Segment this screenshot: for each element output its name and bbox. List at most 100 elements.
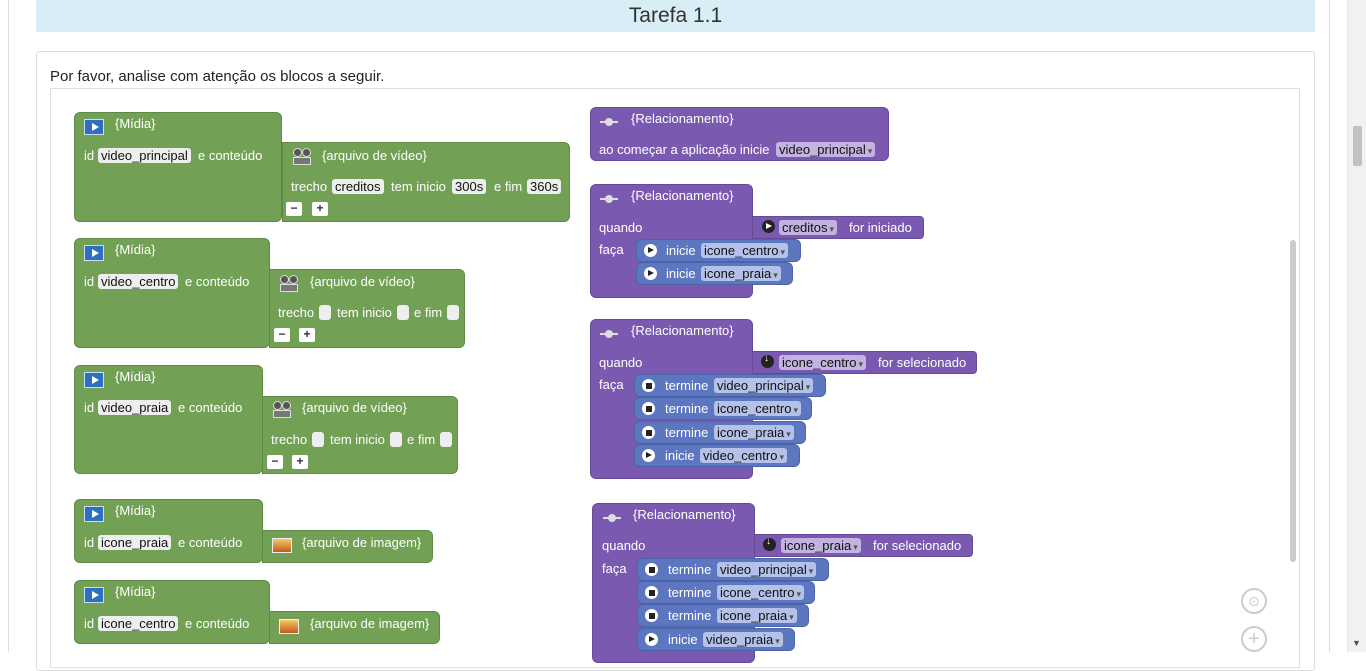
dropdown-arrow-icon: ▾	[780, 247, 785, 257]
plus-button[interactable]: +	[312, 202, 328, 216]
play-icon	[762, 220, 775, 233]
when-label: quando	[602, 538, 646, 553]
dropdown-value: icone_praia	[784, 538, 852, 553]
inicio-field[interactable]	[397, 305, 409, 320]
relation-header: {Relacionamento}	[631, 188, 734, 203]
action-verb: termine	[665, 378, 709, 393]
dropdown-value: icone_centro	[717, 401, 792, 416]
id-label: id	[84, 274, 95, 289]
media-block[interactable]	[74, 112, 282, 222]
dropdown-arrow-icon: ▾	[796, 589, 801, 599]
trecho-label: trecho	[291, 179, 328, 194]
action-target-dropdown[interactable]: video_centro ▾	[700, 448, 787, 463]
id-field[interactable]: video_praia	[98, 400, 172, 415]
plus-button[interactable]: +	[292, 455, 308, 469]
condition-media-dropdown[interactable]: icone_centro ▾	[779, 355, 866, 370]
minus-button[interactable]: −	[286, 202, 302, 216]
content-label: e conteúdo	[178, 535, 243, 550]
media-icon	[84, 506, 104, 522]
dropdown-arrow-icon: ▾	[789, 612, 794, 622]
action-target-dropdown[interactable]: icone_praia ▾	[701, 266, 781, 281]
do-label: faça	[599, 242, 624, 257]
action-target-dropdown[interactable]: icone_praia ▾	[717, 608, 797, 623]
minus-button[interactable]: −	[267, 455, 283, 469]
page-right-border	[1329, 0, 1330, 652]
page-scrollbar-thumb[interactable]	[1353, 126, 1362, 166]
image-file-label: {arquivo de imagem}	[310, 616, 430, 631]
trecho-field[interactable]	[319, 305, 331, 320]
inicio-label: tem inicio	[337, 305, 392, 320]
condition-event-label: for iniciado	[849, 220, 912, 235]
action-verb: termine	[665, 401, 709, 416]
fim-label: e fim	[494, 179, 523, 194]
fim-field[interactable]	[440, 432, 452, 447]
trecho-field[interactable]: creditos	[332, 179, 384, 194]
page-scrollbar[interactable]: ▼	[1347, 0, 1366, 652]
dropdown-value: video_principal	[779, 142, 866, 157]
play-icon	[645, 633, 658, 646]
media-icon	[84, 587, 104, 603]
relation-icon	[603, 514, 621, 522]
minus-button[interactable]: −	[274, 328, 290, 342]
media-header: {Mídia}	[115, 116, 156, 131]
id-field[interactable]: video_centro	[98, 274, 179, 289]
condition-media-dropdown[interactable]: icone_praia ▾	[781, 538, 861, 553]
film-icon	[278, 275, 300, 293]
workspace-scrollbar[interactable]	[1290, 240, 1296, 562]
action-verb: inicie	[666, 243, 696, 258]
id-field[interactable]: video_principal	[98, 148, 191, 163]
stop-icon	[642, 379, 655, 392]
content-label: e conteúdo	[178, 400, 243, 415]
image-file-label: {arquivo de imagem}	[302, 535, 422, 550]
stop-icon	[645, 586, 658, 599]
play-icon	[644, 244, 657, 257]
media-icon	[84, 119, 104, 135]
when-label: quando	[599, 355, 643, 370]
film-icon	[271, 401, 293, 419]
media-header: {Mídia}	[115, 242, 156, 257]
dropdown-value: video_praia	[706, 632, 774, 647]
inicio-label: tem inicio	[391, 179, 446, 194]
do-label: faça	[602, 561, 627, 576]
when-label: quando	[599, 220, 643, 235]
inicio-field[interactable]: 300s	[452, 179, 487, 194]
trecho-field[interactable]	[312, 432, 324, 447]
media-icon	[84, 372, 104, 388]
dropdown-arrow-icon: ▾	[808, 566, 814, 576]
dropdown-value: creditos	[782, 220, 828, 235]
inicio-field[interactable]	[390, 432, 402, 447]
stop-icon	[645, 609, 658, 622]
image-icon	[279, 619, 299, 634]
action-target-dropdown[interactable]: icone_centro ▾	[701, 243, 788, 258]
dropdown-value: icone_praia	[717, 425, 785, 440]
fim-field[interactable]	[447, 305, 459, 320]
plus-button[interactable]: +	[299, 328, 315, 342]
action-target-dropdown[interactable]: video_praia ▾	[703, 632, 783, 647]
task-title: Tarefa 1.1	[36, 0, 1315, 32]
action-target-dropdown[interactable]: video_principal ▾	[714, 378, 814, 393]
action-verb: inicie	[668, 632, 698, 647]
dropdown-value: icone_praia	[704, 266, 772, 281]
recenter-icon[interactable]: ⊙	[1241, 588, 1267, 614]
action-target-dropdown[interactable]: icone_centro ▾	[714, 401, 801, 416]
id-field[interactable]: icone_praia	[98, 535, 172, 550]
relation-header: {Relacionamento}	[631, 111, 734, 126]
fim-field[interactable]: 360s	[527, 179, 562, 194]
start-media-dropdown[interactable]: video_principal ▾	[776, 142, 876, 157]
relation-icon	[600, 330, 618, 338]
action-target-dropdown[interactable]: video_principal ▾	[717, 562, 817, 577]
media-header: {Mídia}	[115, 369, 156, 384]
zoom-in-icon[interactable]: +	[1241, 626, 1267, 652]
id-field[interactable]: icone_centro	[98, 616, 179, 631]
selection-icon	[763, 536, 776, 551]
condition-media-dropdown[interactable]: creditos ▾	[779, 220, 838, 235]
do-label: faça	[599, 377, 624, 392]
dropdown-value: icone_praia	[720, 608, 788, 623]
dropdown-arrow-icon: ▾	[858, 359, 863, 369]
action-target-dropdown[interactable]: icone_centro ▾	[717, 585, 804, 600]
id-label: id	[84, 616, 95, 631]
action-target-dropdown[interactable]: icone_praia ▾	[714, 425, 794, 440]
action-verb: termine	[668, 608, 712, 623]
video-file-label: {arquivo de vídeo}	[310, 274, 415, 289]
scroll-down-arrow-icon[interactable]: ▼	[1352, 638, 1361, 648]
